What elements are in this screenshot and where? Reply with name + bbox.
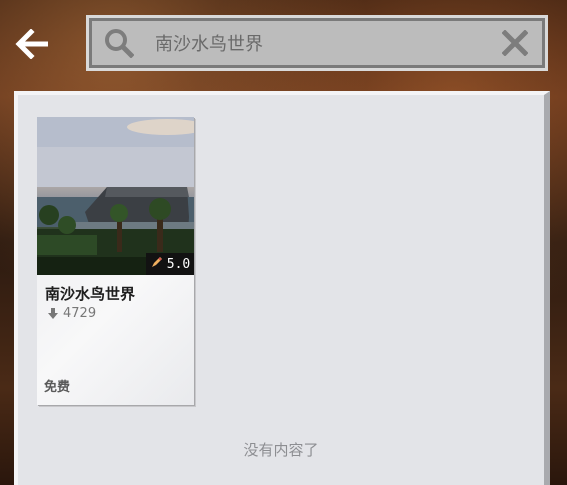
arrow-left-icon [15,29,48,59]
map-thumbnail: 5.0 [37,117,194,275]
result-card[interactable]: 5.0 南沙水鸟世界 4729 免费 [37,117,194,405]
results-panel: 5.0 南沙水鸟世界 4729 免费 没有内容了 [14,91,550,485]
pencil-icon [150,255,164,273]
back-button[interactable] [10,24,56,64]
download-count: 4729 [47,306,96,321]
download-count-value: 4729 [63,306,97,321]
close-icon [502,30,528,56]
rating-badge: 5.0 [146,253,194,275]
rating-value: 5.0 [166,256,191,272]
search-bar[interactable] [86,15,548,71]
search-input[interactable] [155,23,493,63]
price-label: 免费 [44,380,71,395]
clear-search-button[interactable] [493,21,537,65]
result-title: 南沙水鸟世界 [45,285,136,303]
search-icon [101,25,137,61]
no-more-content-message: 没有内容了 [243,441,319,459]
download-arrow-icon [48,307,58,319]
thumbnail-image [37,117,194,275]
